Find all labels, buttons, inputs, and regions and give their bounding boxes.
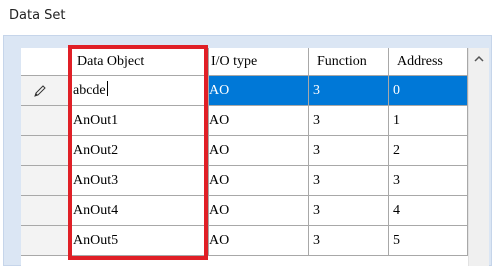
address-cell[interactable]: 4 (389, 196, 468, 226)
table-row[interactable]: AnOut5 AO 3 5 (21, 226, 468, 256)
io-type-cell[interactable]: AO (209, 76, 309, 106)
io-type-cell[interactable]: AO (209, 136, 309, 166)
scroll-up-button[interactable] (469, 48, 489, 68)
column-header-io-type[interactable]: I/O type (209, 48, 309, 76)
row-header[interactable] (21, 166, 69, 196)
text-caret (106, 81, 108, 96)
function-cell[interactable]: 3 (309, 196, 389, 226)
address-cell[interactable]: 5 (389, 226, 468, 256)
function-cell[interactable]: 3 (309, 226, 389, 256)
io-type-cell[interactable]: AO (209, 196, 309, 226)
section-title: Data Set (9, 8, 66, 23)
column-header-address[interactable]: Address (389, 48, 468, 76)
data-object-cell[interactable]: AnOut4 (69, 196, 209, 226)
address-cell[interactable]: 1 (389, 106, 468, 136)
function-cell[interactable]: 3 (309, 166, 389, 196)
table-row[interactable]: AnOut2 AO 3 2 (21, 136, 468, 166)
io-type-cell[interactable]: AO (209, 226, 309, 256)
function-cell[interactable]: 3 (309, 136, 389, 166)
table-row[interactable]: AnOut3 AO 3 3 (21, 166, 468, 196)
address-cell[interactable]: 3 (389, 166, 468, 196)
table-row[interactable]: AnOut1 AO 3 1 (21, 106, 468, 136)
data-object-cell[interactable]: AnOut5 (69, 226, 209, 256)
pencil-icon (34, 85, 46, 97)
address-cell[interactable]: 0 (389, 76, 468, 106)
data-grid[interactable]: Data Object I/O type Function Address ab… (21, 48, 468, 266)
row-header[interactable] (21, 76, 69, 106)
data-object-cell-editing[interactable]: abcde (69, 76, 209, 106)
address-cell[interactable]: 2 (389, 136, 468, 166)
vertical-scrollbar[interactable] (468, 48, 489, 266)
function-cell[interactable]: 3 (309, 106, 389, 136)
header-row: Data Object I/O type Function Address (21, 48, 468, 76)
chevron-up-icon (474, 55, 484, 62)
function-cell[interactable]: 3 (309, 76, 389, 106)
column-header-function[interactable]: Function (309, 48, 389, 76)
table-row[interactable]: AnOut4 AO 3 4 (21, 196, 468, 226)
header-corner (21, 48, 69, 76)
table-row[interactable]: abcde AO 3 0 (21, 76, 468, 106)
data-object-cell[interactable]: AnOut1 (69, 106, 209, 136)
data-object-cell[interactable]: AnOut2 (69, 136, 209, 166)
data-object-edit-text[interactable]: abcde (73, 83, 106, 98)
io-type-cell[interactable]: AO (209, 106, 309, 136)
row-header[interactable] (21, 226, 69, 256)
row-header[interactable] (21, 136, 69, 166)
column-header-data-object[interactable]: Data Object (69, 48, 209, 76)
io-type-cell[interactable]: AO (209, 166, 309, 196)
row-header[interactable] (21, 196, 69, 226)
row-header[interactable] (21, 106, 69, 136)
data-object-cell[interactable]: AnOut3 (69, 166, 209, 196)
